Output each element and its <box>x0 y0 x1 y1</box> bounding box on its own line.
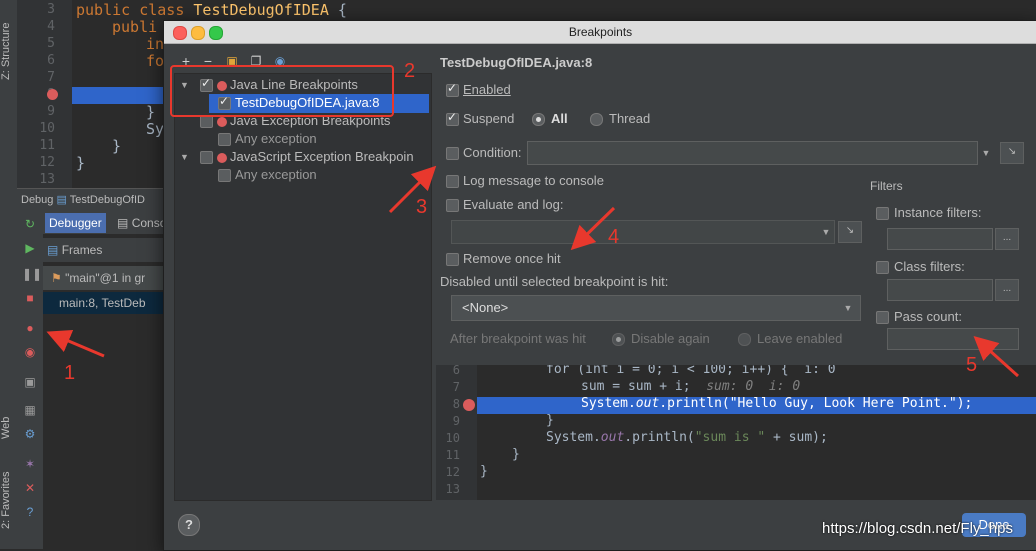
annotation-arrow <box>46 329 105 358</box>
annotation-number: 3 <box>416 196 428 218</box>
annotation-number: 2 <box>404 60 416 82</box>
annotation-number: 1 <box>64 362 76 384</box>
annotation-number: 5 <box>966 354 978 376</box>
watermark: https://blog.csdn.net/Fly_hps <box>822 520 1013 537</box>
annotation-number: 4 <box>608 226 620 248</box>
annotation-arrow <box>973 335 1020 378</box>
highlight-box <box>170 65 394 117</box>
annotation-overlay <box>46 65 1020 378</box>
